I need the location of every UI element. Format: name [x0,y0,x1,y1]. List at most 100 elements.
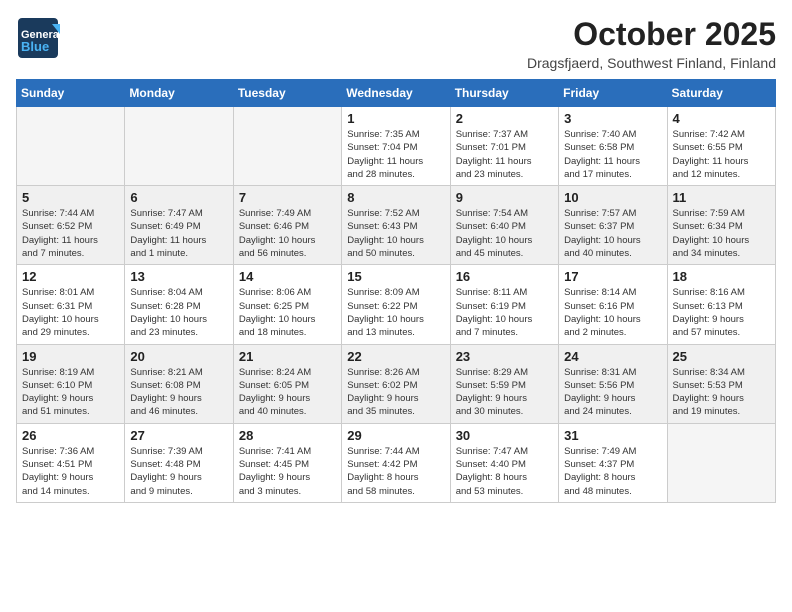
weekday-header-sunday: Sunday [17,80,125,107]
calendar-cell [17,107,125,186]
day-info: Sunrise: 8:01 AM Sunset: 6:31 PM Dayligh… [22,286,119,339]
calendar-week-row: 12 Sunrise: 8:01 AM Sunset: 6:31 PM Dayli… [17,265,776,344]
calendar-cell: 11Sunrise: 7:59 AM Sunset: 6:34 PM Dayli… [667,186,775,265]
calendar-week-row: 19 Sunrise: 8:19 AM Sunset: 6:10 PM Dayli… [17,344,776,423]
day-info: Sunrise: 8:14 AM Sunset: 6:16 PM Dayligh… [564,286,661,339]
day-number: 14 [239,269,336,284]
calendar-cell: 17 Sunrise: 8:14 AM Sunset: 6:16 PM Dayli… [559,265,667,344]
day-number: 22 [347,349,444,364]
calendar-cell: 10Sunrise: 7:57 AM Sunset: 6:37 PM Dayli… [559,186,667,265]
calendar-cell: 26Sunrise: 7:36 AM Sunset: 4:51 PM Dayli… [17,423,125,502]
day-number: 8 [347,190,444,205]
calendar-cell: 14 Sunrise: 8:06 AM Sunset: 6:25 PM Dayli… [233,265,341,344]
calendar-week-row: 26Sunrise: 7:36 AM Sunset: 4:51 PM Dayli… [17,423,776,502]
calendar-cell [125,107,233,186]
day-number: 27 [130,428,227,443]
weekday-header-friday: Friday [559,80,667,107]
calendar-cell: 4 Sunrise: 7:42 AM Sunset: 6:55 PM Daylig… [667,107,775,186]
weekday-header-monday: Monday [125,80,233,107]
weekday-header-thursday: Thursday [450,80,558,107]
title-area: October 2025 Dragsfjaerd, Southwest Finl… [527,16,776,71]
calendar-week-row: 5Sunrise: 7:44 AM Sunset: 6:52 PM Daylig… [17,186,776,265]
calendar-cell: 2 Sunrise: 7:37 AM Sunset: 7:01 PM Daylig… [450,107,558,186]
calendar-cell: 20 Sunrise: 8:21 AM Sunset: 6:08 PM Dayli… [125,344,233,423]
day-info: Sunrise: 8:11 AM Sunset: 6:19 PM Dayligh… [456,286,553,339]
day-info: Sunrise: 7:39 AM Sunset: 4:48 PM Dayligh… [130,445,227,498]
day-number: 19 [22,349,119,364]
day-info: Sunrise: 8:21 AM Sunset: 6:08 PM Dayligh… [130,366,227,419]
day-info: Sunrise: 7:36 AM Sunset: 4:51 PM Dayligh… [22,445,119,498]
day-number: 20 [130,349,227,364]
day-info: Sunrise: 8:29 AM Sunset: 5:59 PM Dayligh… [456,366,553,419]
day-number: 25 [673,349,770,364]
page-header: General Blue October 2025 Dragsfjaerd, S… [16,16,776,71]
day-info: Sunrise: 8:34 AM Sunset: 5:53 PM Dayligh… [673,366,770,419]
day-info: Sunrise: 8:19 AM Sunset: 6:10 PM Dayligh… [22,366,119,419]
calendar-cell: 6 Sunrise: 7:47 AM Sunset: 6:49 PM Daylig… [125,186,233,265]
calendar-cell: 25 Sunrise: 8:34 AM Sunset: 5:53 PM Dayli… [667,344,775,423]
weekday-header-wednesday: Wednesday [342,80,450,107]
day-number: 13 [130,269,227,284]
calendar-cell [233,107,341,186]
logo: General Blue [16,16,60,60]
day-number: 4 [673,111,770,126]
calendar-cell: 1 Sunrise: 7:35 AM Sunset: 7:04 PM Daylig… [342,107,450,186]
calendar-cell: 7Sunrise: 7:49 AM Sunset: 6:46 PM Daylig… [233,186,341,265]
day-number: 2 [456,111,553,126]
day-number: 16 [456,269,553,284]
calendar-cell: 8Sunrise: 7:52 AM Sunset: 6:43 PM Daylig… [342,186,450,265]
calendar-cell: 31 Sunrise: 7:49 AM Sunset: 4:37 PM Dayli… [559,423,667,502]
calendar-cell: 3Sunrise: 7:40 AM Sunset: 6:58 PM Daylig… [559,107,667,186]
weekday-header-row: SundayMondayTuesdayWednesdayThursdayFrid… [17,80,776,107]
day-info: Sunrise: 7:42 AM Sunset: 6:55 PM Dayligh… [673,128,770,181]
calendar-cell: 12 Sunrise: 8:01 AM Sunset: 6:31 PM Dayli… [17,265,125,344]
day-number: 17 [564,269,661,284]
month-title: October 2025 [527,16,776,53]
weekday-header-tuesday: Tuesday [233,80,341,107]
day-number: 11 [673,190,770,205]
day-number: 24 [564,349,661,364]
day-number: 7 [239,190,336,205]
calendar-cell: 21Sunrise: 8:24 AM Sunset: 6:05 PM Dayli… [233,344,341,423]
day-number: 6 [130,190,227,205]
day-number: 31 [564,428,661,443]
day-info: Sunrise: 8:31 AM Sunset: 5:56 PM Dayligh… [564,366,661,419]
day-info: Sunrise: 8:16 AM Sunset: 6:13 PM Dayligh… [673,286,770,339]
day-info: Sunrise: 7:44 AM Sunset: 4:42 PM Dayligh… [347,445,444,498]
day-number: 12 [22,269,119,284]
day-number: 21 [239,349,336,364]
day-info: Sunrise: 7:35 AM Sunset: 7:04 PM Dayligh… [347,128,444,181]
calendar-cell: 28Sunrise: 7:41 AM Sunset: 4:45 PM Dayli… [233,423,341,502]
day-number: 9 [456,190,553,205]
calendar-cell [667,423,775,502]
calendar-cell: 15 Sunrise: 8:09 AM Sunset: 6:22 PM Dayli… [342,265,450,344]
calendar-cell: 23 Sunrise: 8:29 AM Sunset: 5:59 PM Dayli… [450,344,558,423]
day-info: Sunrise: 7:47 AM Sunset: 6:49 PM Dayligh… [130,207,227,260]
calendar-cell: 9 Sunrise: 7:54 AM Sunset: 6:40 PM Daylig… [450,186,558,265]
day-info: Sunrise: 7:47 AM Sunset: 4:40 PM Dayligh… [456,445,553,498]
day-info: Sunrise: 7:41 AM Sunset: 4:45 PM Dayligh… [239,445,336,498]
day-info: Sunrise: 7:49 AM Sunset: 4:37 PM Dayligh… [564,445,661,498]
calendar-cell: 18 Sunrise: 8:16 AM Sunset: 6:13 PM Dayli… [667,265,775,344]
day-number: 18 [673,269,770,284]
day-info: Sunrise: 7:54 AM Sunset: 6:40 PM Dayligh… [456,207,553,260]
day-number: 15 [347,269,444,284]
day-info: Sunrise: 8:06 AM Sunset: 6:25 PM Dayligh… [239,286,336,339]
calendar-cell: 30Sunrise: 7:47 AM Sunset: 4:40 PM Dayli… [450,423,558,502]
day-info: Sunrise: 8:04 AM Sunset: 6:28 PM Dayligh… [130,286,227,339]
svg-text:Blue: Blue [21,39,49,54]
calendar-cell: 24 Sunrise: 8:31 AM Sunset: 5:56 PM Dayli… [559,344,667,423]
day-number: 3 [564,111,661,126]
calendar-table: SundayMondayTuesdayWednesdayThursdayFrid… [16,79,776,503]
calendar-cell: 16 Sunrise: 8:11 AM Sunset: 6:19 PM Dayli… [450,265,558,344]
calendar-cell: 5Sunrise: 7:44 AM Sunset: 6:52 PM Daylig… [17,186,125,265]
day-info: Sunrise: 8:09 AM Sunset: 6:22 PM Dayligh… [347,286,444,339]
day-number: 23 [456,349,553,364]
day-info: Sunrise: 7:44 AM Sunset: 6:52 PM Dayligh… [22,207,119,260]
day-info: Sunrise: 7:37 AM Sunset: 7:01 PM Dayligh… [456,128,553,181]
day-number: 29 [347,428,444,443]
calendar-cell: 27 Sunrise: 7:39 AM Sunset: 4:48 PM Dayli… [125,423,233,502]
day-number: 10 [564,190,661,205]
calendar-cell: 19 Sunrise: 8:19 AM Sunset: 6:10 PM Dayli… [17,344,125,423]
day-number: 1 [347,111,444,126]
